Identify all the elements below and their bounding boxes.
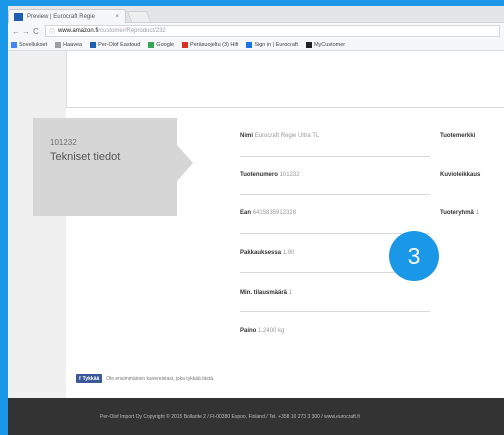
divider: [240, 156, 430, 157]
bookmark-icon: [148, 41, 155, 48]
field-brand: Tuotemerkki: [440, 133, 475, 139]
field-count: Tuoteryhmä 1: [440, 210, 479, 216]
field-product-no: Tuotenumero 101232: [240, 172, 300, 178]
facebook-like-label: Tykkää: [82, 375, 100, 382]
heading-arrow: [177, 145, 193, 181]
bookmark-label: Google: [156, 41, 175, 48]
reload-icon[interactable]: C: [31, 27, 41, 36]
depth-label: Pakkauksessa: [240, 250, 282, 256]
forward-icon[interactable]: →: [21, 27, 31, 36]
site-favicon-icon: [14, 12, 23, 21]
facebook-like-button[interactable]: f Tykkää: [76, 374, 103, 383]
bookmark-item[interactable]: Peräsuojeltu (3) Hifi: [182, 41, 239, 48]
field-ean: Ean 6415835912328: [240, 210, 296, 216]
bookmark-icon: [246, 41, 253, 48]
bookmark-label: Haavea: [63, 41, 83, 48]
facebook-like-row: f Tykkää Ole ensimmäinen kavereistasi, j…: [76, 374, 214, 383]
field-category: Kuvioleikkaus: [440, 172, 480, 178]
browser-window: Preview | Eurocraft Regie × ← → C ⓘ www.…: [8, 6, 504, 435]
bookmark-item[interactable]: Sovellukset: [11, 41, 48, 48]
url-host: www.amazon.fi: [58, 28, 99, 34]
bookmark-icon: [305, 41, 312, 48]
tab-strip: Preview | Eurocraft Regie ×: [8, 6, 504, 23]
address-bar[interactable]: ⓘ www.amazon.fi /customer/Reproduct/232: [45, 25, 500, 37]
divider: [240, 311, 430, 312]
name-label: Nimi: [240, 133, 254, 139]
weight-value: 1.2400 kg: [258, 328, 285, 334]
url-path: /customer/Reproduct/232: [98, 28, 166, 34]
bookmark-label: Sign in | Eurocraft: [254, 41, 298, 48]
spec-heading-box: 101232 Tekniset tiedot: [33, 118, 177, 216]
tab-title: Preview | Eurocraft Regie: [27, 13, 95, 20]
bookmark-item[interactable]: Per-Olof Eastoud: [90, 41, 141, 48]
product-no-value: 101232: [279, 172, 300, 178]
new-tab-button[interactable]: [126, 11, 152, 22]
weight-label: Paino: [240, 328, 257, 334]
bookmark-item[interactable]: Sign in | Eurocraft: [246, 41, 298, 48]
brand-label: Tuotemerkki: [440, 133, 476, 139]
divider: [240, 194, 430, 195]
browser-toolbar: ← → C ⓘ www.amazon.fi /customer/Reproduc…: [8, 23, 504, 39]
category-label: Kuvioleikkaus: [440, 172, 481, 178]
facebook-icon: f: [79, 375, 81, 382]
bookmark-icon: [11, 41, 17, 48]
ean-label: Ean: [240, 210, 252, 216]
field-name: Nimi Eurocraft Regie Ultra TL: [240, 133, 319, 139]
site-footer: Per-Olof Import Oy Copyright © 2015 Boll…: [8, 398, 504, 435]
product-id: 101232: [50, 138, 77, 147]
facebook-like-text: Ole ensimmäinen kavereistasi, joka tykkä…: [106, 375, 215, 382]
header-card: [66, 51, 504, 108]
browser-tab[interactable]: Preview | Eurocraft Regie ×: [8, 9, 126, 23]
bookmark-label: Per-Olof Eastoud: [98, 41, 141, 48]
bookmark-icon: [55, 41, 62, 48]
bookmark-label: MyCustomer: [313, 41, 346, 48]
product-no-label: Tuotenumero: [240, 172, 278, 178]
min-order-label: Min. tilausmäärä: [240, 290, 288, 296]
field-min-order: Min. tilausmäärä 1: [240, 290, 292, 296]
bookmarks-bar: Sovellukset Haavea Per-Olof Eastoud Google P…: [8, 39, 504, 51]
page-content: 101232 Tekniset tiedot Nimi Eurocraft Re…: [8, 51, 504, 435]
count-value: 1: [475, 210, 479, 216]
name-value: Eurocraft Regie Ultra TL: [254, 133, 320, 139]
bookmark-label: Peräsuojeltu (3) Hifi: [190, 41, 239, 48]
back-icon[interactable]: ←: [11, 27, 21, 36]
ean-value: 6415835912328: [252, 210, 297, 216]
bookmark-item[interactable]: MyCustomer: [305, 41, 346, 48]
depth-value: 1.90: [282, 250, 295, 256]
field-depth: Pakkauksessa 1.90: [240, 250, 294, 256]
count-label: Tuoteryhmä: [440, 210, 474, 216]
min-order-value: 1: [288, 290, 293, 296]
step-number-badge: 3: [389, 231, 439, 281]
close-tab-icon[interactable]: ×: [115, 14, 119, 20]
bookmark-icon: [90, 41, 97, 48]
bookmark-icon: [182, 41, 189, 48]
info-icon[interactable]: ⓘ: [49, 27, 55, 36]
footer-text: Per-Olof Import Oy Copyright © 2015 Boll…: [100, 413, 360, 420]
bookmark-item[interactable]: Google: [148, 41, 175, 48]
field-weight: Paino 1.2400 kg: [240, 328, 284, 334]
bookmark-label: Sovellukset: [19, 41, 48, 48]
bookmark-item[interactable]: Haavea: [55, 41, 83, 48]
section-title: Tekniset tiedot: [50, 151, 121, 163]
